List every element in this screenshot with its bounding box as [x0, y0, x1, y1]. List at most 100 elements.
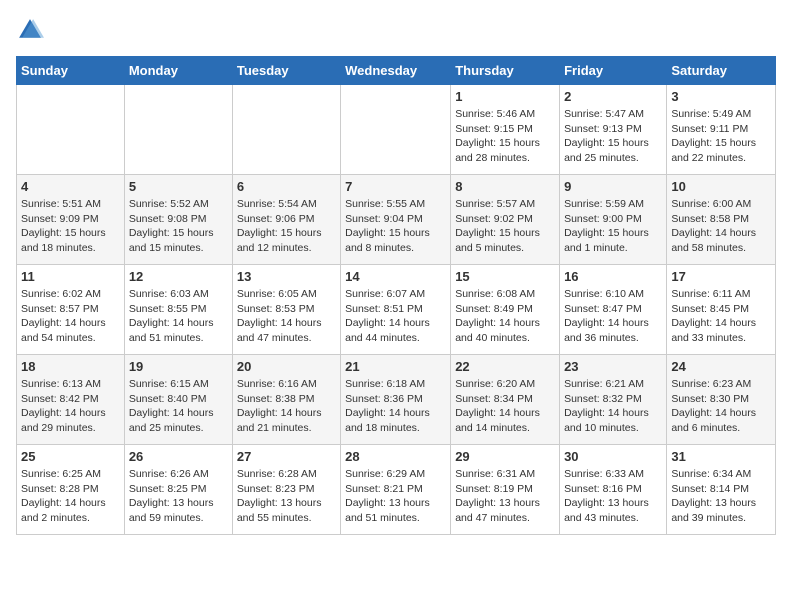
calendar-cell: 19 Sunrise: 6:15 AM Sunset: 8:40 PM Dayli… — [124, 355, 232, 445]
day-info: Sunrise: 6:07 AM Sunset: 8:51 PM Dayligh… — [345, 287, 446, 346]
calendar-week-2: 4Sunrise: 5:51 AM Sunset: 9:09 PM Daylig… — [17, 175, 776, 265]
day-number: 24 — [671, 359, 771, 374]
calendar-cell: 4Sunrise: 5:51 AM Sunset: 9:09 PM Daylig… — [17, 175, 125, 265]
day-info: Sunrise: 6:18 AM Sunset: 8:36 PM Dayligh… — [345, 377, 446, 436]
day-number: 27 — [237, 449, 336, 464]
calendar-cell: 28Sunrise: 6:29 AM Sunset: 8:21 PM Dayli… — [341, 445, 451, 535]
calendar-cell: 6 Sunrise: 5:54 AM Sunset: 9:06 PM Daylig… — [232, 175, 340, 265]
day-info: Sunrise: 6:26 AM Sunset: 8:25 PM Dayligh… — [129, 467, 228, 526]
calendar-cell: 13 Sunrise: 6:05 AM Sunset: 8:53 PM Dayli… — [232, 265, 340, 355]
calendar-week-1: 1 Sunrise: 5:46 AM Sunset: 9:15 PM Daylig… — [17, 85, 776, 175]
header-sunday: Sunday — [17, 57, 125, 85]
day-info: Sunrise: 6:05 AM Sunset: 8:53 PM Dayligh… — [237, 287, 336, 346]
calendar-cell — [17, 85, 125, 175]
day-info: Sunrise: 6:21 AM Sunset: 8:32 PM Dayligh… — [564, 377, 662, 436]
calendar-cell: 11 Sunrise: 6:02 AM Sunset: 8:57 PM Dayli… — [17, 265, 125, 355]
day-number: 18 — [21, 359, 120, 374]
calendar-cell — [232, 85, 340, 175]
day-number: 26 — [129, 449, 228, 464]
day-number: 1 — [455, 89, 555, 104]
day-info: Sunrise: 6:33 AM Sunset: 8:16 PM Dayligh… — [564, 467, 662, 526]
day-info: Sunrise: 5:57 AM Sunset: 9:02 PM Dayligh… — [455, 197, 555, 256]
day-info: Sunrise: 5:59 AM Sunset: 9:00 PM Dayligh… — [564, 197, 662, 256]
calendar-cell: 7Sunrise: 5:55 AM Sunset: 9:04 PM Daylig… — [341, 175, 451, 265]
day-number: 6 — [237, 179, 336, 194]
calendar-cell — [124, 85, 232, 175]
calendar-table: SundayMondayTuesdayWednesdayThursdayFrid… — [16, 56, 776, 535]
calendar-cell: 24 Sunrise: 6:23 AM Sunset: 8:30 PM Dayli… — [667, 355, 776, 445]
day-info: Sunrise: 5:52 AM Sunset: 9:08 PM Dayligh… — [129, 197, 228, 256]
day-info: Sunrise: 6:28 AM Sunset: 8:23 PM Dayligh… — [237, 467, 336, 526]
calendar-cell: 14 Sunrise: 6:07 AM Sunset: 8:51 PM Dayli… — [341, 265, 451, 355]
day-number: 29 — [455, 449, 555, 464]
day-info: Sunrise: 6:34 AM Sunset: 8:14 PM Dayligh… — [671, 467, 771, 526]
day-info: Sunrise: 5:54 AM Sunset: 9:06 PM Dayligh… — [237, 197, 336, 256]
calendar-cell: 2 Sunrise: 5:47 AM Sunset: 9:13 PM Daylig… — [560, 85, 667, 175]
day-number: 3 — [671, 89, 771, 104]
day-number: 19 — [129, 359, 228, 374]
day-info: Sunrise: 5:46 AM Sunset: 9:15 PM Dayligh… — [455, 107, 555, 166]
calendar-cell — [341, 85, 451, 175]
calendar-cell: 22Sunrise: 6:20 AM Sunset: 8:34 PM Dayli… — [451, 355, 560, 445]
day-info: Sunrise: 5:47 AM Sunset: 9:13 PM Dayligh… — [564, 107, 662, 166]
day-info: Sunrise: 6:13 AM Sunset: 8:42 PM Dayligh… — [21, 377, 120, 436]
header-friday: Friday — [560, 57, 667, 85]
day-info: Sunrise: 6:20 AM Sunset: 8:34 PM Dayligh… — [455, 377, 555, 436]
day-number: 16 — [564, 269, 662, 284]
calendar-header-row: SundayMondayTuesdayWednesdayThursdayFrid… — [17, 57, 776, 85]
day-number: 11 — [21, 269, 120, 284]
header — [16, 16, 776, 44]
day-number: 30 — [564, 449, 662, 464]
day-number: 7 — [345, 179, 446, 194]
day-info: Sunrise: 6:00 AM Sunset: 8:58 PM Dayligh… — [671, 197, 771, 256]
calendar-cell: 18 Sunrise: 6:13 AM Sunset: 8:42 PM Dayli… — [17, 355, 125, 445]
calendar-cell: 27 Sunrise: 6:28 AM Sunset: 8:23 PM Dayli… — [232, 445, 340, 535]
calendar-cell: 1 Sunrise: 5:46 AM Sunset: 9:15 PM Daylig… — [451, 85, 560, 175]
generalblue-logo-icon — [16, 16, 44, 44]
calendar-cell: 10 Sunrise: 6:00 AM Sunset: 8:58 PM Dayli… — [667, 175, 776, 265]
calendar-week-5: 25 Sunrise: 6:25 AM Sunset: 8:28 PM Dayli… — [17, 445, 776, 535]
calendar-cell: 20 Sunrise: 6:16 AM Sunset: 8:38 PM Dayli… — [232, 355, 340, 445]
header-wednesday: Wednesday — [341, 57, 451, 85]
day-number: 25 — [21, 449, 120, 464]
day-number: 23 — [564, 359, 662, 374]
calendar-cell: 15 Sunrise: 6:08 AM Sunset: 8:49 PM Dayli… — [451, 265, 560, 355]
day-number: 17 — [671, 269, 771, 284]
day-info: Sunrise: 6:08 AM Sunset: 8:49 PM Dayligh… — [455, 287, 555, 346]
calendar-cell: 17 Sunrise: 6:11 AM Sunset: 8:45 PM Dayli… — [667, 265, 776, 355]
day-info: Sunrise: 6:25 AM Sunset: 8:28 PM Dayligh… — [21, 467, 120, 526]
calendar-cell: 30 Sunrise: 6:33 AM Sunset: 8:16 PM Dayli… — [560, 445, 667, 535]
day-info: Sunrise: 6:11 AM Sunset: 8:45 PM Dayligh… — [671, 287, 771, 346]
logo — [16, 16, 48, 44]
day-info: Sunrise: 6:29 AM Sunset: 8:21 PM Dayligh… — [345, 467, 446, 526]
day-number: 13 — [237, 269, 336, 284]
day-number: 14 — [345, 269, 446, 284]
day-info: Sunrise: 6:23 AM Sunset: 8:30 PM Dayligh… — [671, 377, 771, 436]
day-number: 8 — [455, 179, 555, 194]
day-number: 10 — [671, 179, 771, 194]
day-number: 15 — [455, 269, 555, 284]
day-number: 31 — [671, 449, 771, 464]
day-info: Sunrise: 6:02 AM Sunset: 8:57 PM Dayligh… — [21, 287, 120, 346]
header-thursday: Thursday — [451, 57, 560, 85]
day-info: Sunrise: 6:16 AM Sunset: 8:38 PM Dayligh… — [237, 377, 336, 436]
calendar-cell: 16Sunrise: 6:10 AM Sunset: 8:47 PM Dayli… — [560, 265, 667, 355]
calendar-week-4: 18 Sunrise: 6:13 AM Sunset: 8:42 PM Dayli… — [17, 355, 776, 445]
day-info: Sunrise: 6:03 AM Sunset: 8:55 PM Dayligh… — [129, 287, 228, 346]
calendar-cell: 9 Sunrise: 5:59 AM Sunset: 9:00 PM Daylig… — [560, 175, 667, 265]
calendar-cell: 21 Sunrise: 6:18 AM Sunset: 8:36 PM Dayli… — [341, 355, 451, 445]
calendar-cell: 25 Sunrise: 6:25 AM Sunset: 8:28 PM Dayli… — [17, 445, 125, 535]
day-info: Sunrise: 6:15 AM Sunset: 8:40 PM Dayligh… — [129, 377, 228, 436]
calendar-cell: 31 Sunrise: 6:34 AM Sunset: 8:14 PM Dayli… — [667, 445, 776, 535]
day-number: 12 — [129, 269, 228, 284]
header-saturday: Saturday — [667, 57, 776, 85]
day-info: Sunrise: 6:31 AM Sunset: 8:19 PM Dayligh… — [455, 467, 555, 526]
header-monday: Monday — [124, 57, 232, 85]
day-number: 2 — [564, 89, 662, 104]
day-number: 5 — [129, 179, 228, 194]
day-number: 4 — [21, 179, 120, 194]
day-number: 9 — [564, 179, 662, 194]
day-number: 21 — [345, 359, 446, 374]
calendar-cell: 12 Sunrise: 6:03 AM Sunset: 8:55 PM Dayli… — [124, 265, 232, 355]
day-number: 20 — [237, 359, 336, 374]
